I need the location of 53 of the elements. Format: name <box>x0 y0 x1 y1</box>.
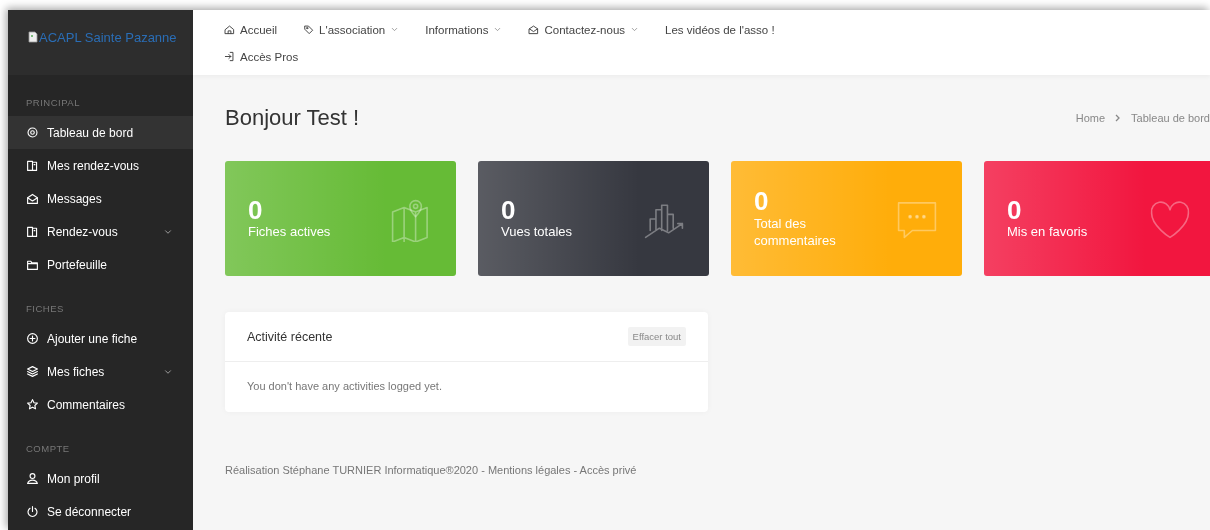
sidebar-item[interactable]: Portefeuille <box>8 248 193 281</box>
sidebar-item[interactable]: Se déconnecter <box>8 495 193 528</box>
page-heading: Bonjour Test ! <box>225 105 360 131</box>
nav-link[interactable]: Accueil <box>224 16 278 43</box>
nav-link[interactable]: L'association <box>303 16 400 43</box>
sidebar-item[interactable]: Ajouter une fiche <box>8 322 193 355</box>
stat-value: 0 <box>501 195 517 225</box>
empty-message: You don't have any activities logged yet. <box>246 379 443 394</box>
add-icon <box>26 332 39 345</box>
power-icon <box>26 505 39 518</box>
stat-value: 0 <box>248 195 264 225</box>
section-label: COMPTE <box>25 442 71 456</box>
sidebar-item[interactable]: Commentaires <box>8 388 193 421</box>
caret-icon <box>493 25 503 34</box>
envelope-icon <box>528 24 540 35</box>
sidebar-item[interactable]: Messages <box>8 182 193 215</box>
nav-link[interactable]: Les vidéos de l'asso ! <box>665 16 775 43</box>
caret-icon <box>390 25 400 34</box>
folder-icon <box>26 258 39 271</box>
documents-icon <box>26 225 39 238</box>
caret-icon <box>630 25 640 34</box>
layers-icon <box>26 365 39 378</box>
user-icon <box>26 472 39 485</box>
broken-image-icon <box>28 31 38 43</box>
breadcrumb-item: Tableau de bord <box>1131 112 1210 124</box>
stat-value: 0 <box>754 187 770 216</box>
footer-link[interactable]: Accès privé <box>579 464 637 476</box>
stat-value: 0 <box>1007 195 1023 225</box>
nav-link[interactable]: Contactez-nous <box>528 16 640 43</box>
stat-label: Total des commentaires <box>754 215 837 250</box>
nav-link[interactable]: Informations <box>425 16 503 43</box>
sidebar-item[interactable]: Rendez-vous <box>8 215 193 248</box>
section-label: FICHES <box>25 302 65 316</box>
sidebar-item[interactable]: Mon profil <box>8 462 193 495</box>
sidebar-item[interactable]: Tableau de bord <box>8 116 193 149</box>
home-icon <box>224 24 235 35</box>
login-icon <box>224 51 235 62</box>
section-label: PRINCIPAL <box>25 96 81 110</box>
panel-title: Activité récente <box>247 329 333 344</box>
tag-icon <box>303 24 315 35</box>
sidebar-item[interactable]: Mes fiches <box>8 355 193 388</box>
star-icon <box>26 398 39 411</box>
footer-link[interactable]: Mentions légales <box>487 464 571 476</box>
sidebar-item[interactable]: Mes rendez-vous <box>8 149 193 182</box>
nav-link[interactable]: Accès Pros <box>224 43 299 70</box>
stat-label: Mis en favoris <box>1007 224 1088 242</box>
breadcrumb-item[interactable]: Home <box>1075 112 1106 124</box>
chevron-icon <box>1115 114 1122 122</box>
footer-text: Réalisation Stéphane TURNIER Informatique®2020 - Mentions légales - Accès privé <box>225 464 638 476</box>
documents-icon <box>26 159 39 172</box>
envelope-icon <box>26 192 39 205</box>
stat-label: Vues totales <box>501 224 573 242</box>
stat-label: Fiches actives <box>248 224 331 242</box>
